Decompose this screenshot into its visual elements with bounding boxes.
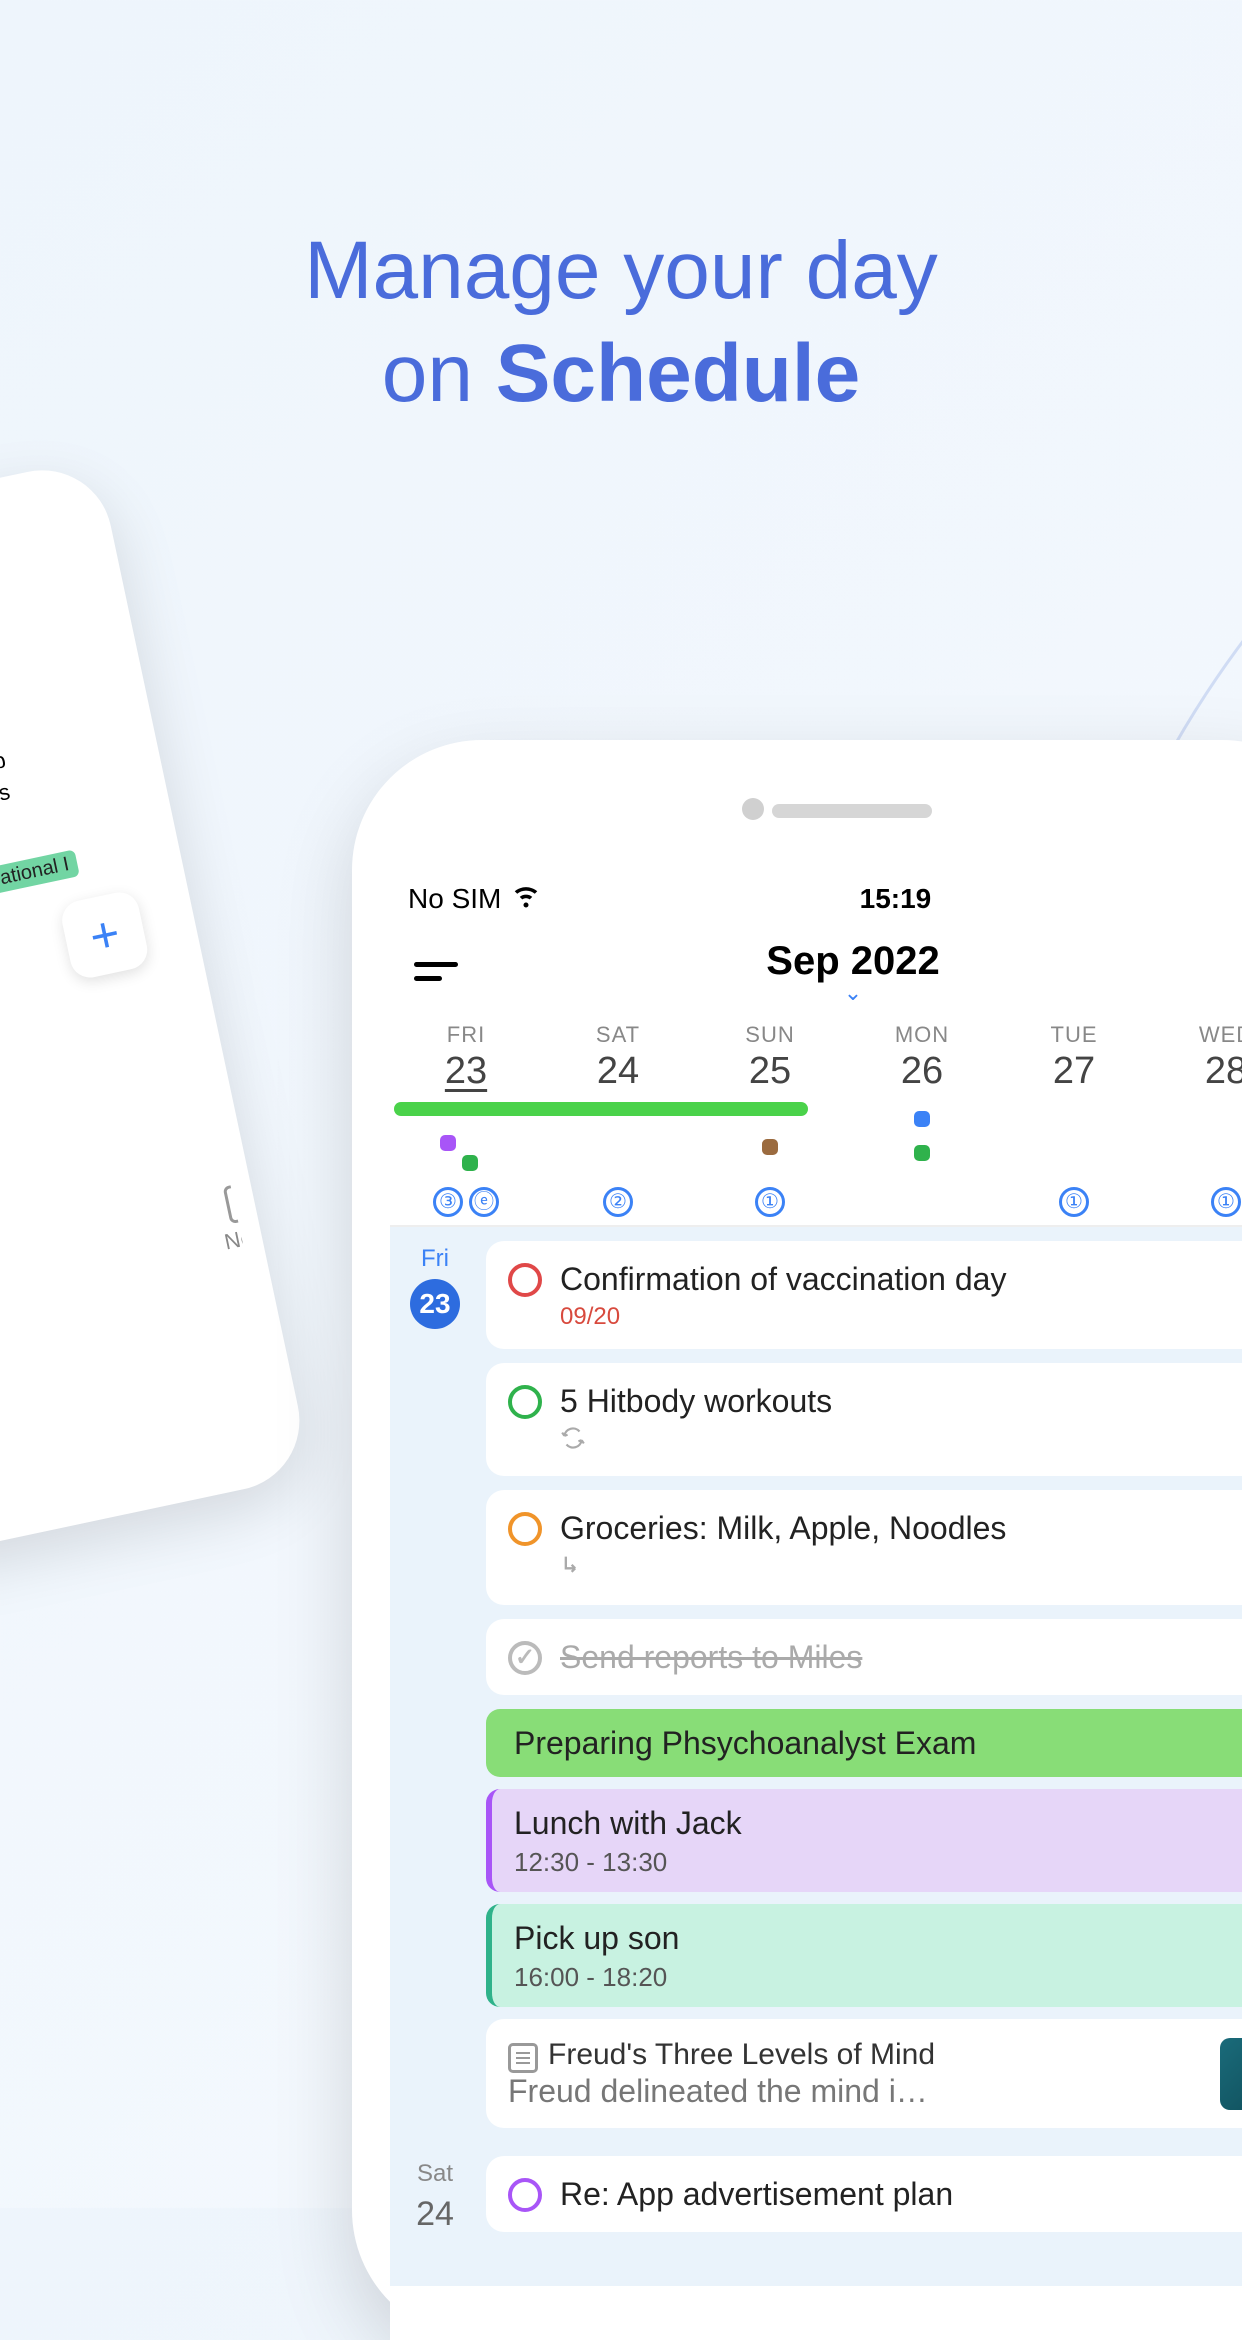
- headline-line2-prefix: on: [382, 328, 496, 419]
- day-header-fri: Fri 23: [390, 1227, 480, 1329]
- event-dot: [462, 1155, 478, 1171]
- day-number: 24: [390, 2194, 480, 2235]
- event-title: Pick up son: [514, 1918, 1242, 1958]
- task-title: Groceries: Milk, Apple, Noodles: [560, 1508, 1242, 1548]
- day-col-mon[interactable]: MON 26: [846, 1014, 998, 1217]
- day-number: 24: [542, 1050, 694, 1093]
- status-time: 15:19: [860, 883, 932, 915]
- day-col-sat[interactable]: SAT 24 ②: [542, 1014, 694, 1217]
- event-dot: [914, 1145, 930, 1161]
- event-dot: [914, 1111, 930, 1127]
- day-col-sun[interactable]: SUN 25 ①: [694, 1014, 846, 1217]
- menu-button[interactable]: [414, 958, 460, 988]
- event-bar: [542, 1102, 694, 1116]
- notes-label: Notes: [222, 1218, 283, 1254]
- day-number: 23: [390, 1050, 542, 1093]
- day-number: 27: [998, 1050, 1150, 1093]
- headline-line2-strong: Schedule: [496, 328, 861, 419]
- event-card-lunch[interactable]: Lunch with Jack 12:30 - 13:30: [486, 1789, 1242, 1892]
- task-count-badge: ①: [1211, 1187, 1241, 1217]
- week-bar[interactable]: FRI 23 ③ⓔ SAT 24 ② SUN 25: [390, 1014, 1242, 1227]
- task-card-vaccination[interactable]: Confirmation of vaccination day 09/20: [486, 1241, 1242, 1349]
- task-count-badge: ③: [433, 1187, 463, 1217]
- note-count-badge: ⓔ: [469, 1187, 499, 1217]
- event-title: Preparing Phsychoanalyst Exam: [514, 1723, 1242, 1763]
- task-title: Confirmation of vaccination day: [560, 1259, 1242, 1299]
- day-badge: 23: [410, 1279, 460, 1329]
- task-card-groceries[interactable]: Groceries: Milk, Apple, Noodles: [486, 1490, 1242, 1605]
- schedule-list[interactable]: Fri 23 Confirmation of vaccination day 0…: [390, 1227, 1242, 2286]
- headline-line1: Manage your day: [304, 225, 938, 316]
- phone-mockup-left: 24 sychoa Re: App Reques 1 o s National …: [0, 457, 312, 1582]
- task-title: 5 Hitbody workouts: [560, 1381, 1242, 1421]
- dow-label: MON: [846, 1022, 998, 1048]
- note-card-freud[interactable]: Freud's Three Levels of Mind Freud delin…: [486, 2019, 1242, 2128]
- event-card-exam[interactable]: Preparing Phsychoanalyst Exam: [486, 1709, 1242, 1777]
- note-thumbnail: [1220, 2038, 1242, 2110]
- task-card-workouts[interactable]: 5 Hitbody workouts: [486, 1363, 1242, 1476]
- day-col-fri[interactable]: FRI 23 ③ⓔ: [390, 1014, 542, 1217]
- event-bar: [394, 1102, 542, 1116]
- day-number: 26: [846, 1050, 998, 1093]
- event-time: 16:00 - 18:20: [514, 1962, 1242, 1993]
- note-body: Freud delineated the mind i…: [508, 2073, 1206, 2110]
- dow-label: SAT: [542, 1022, 694, 1048]
- checkbox-icon[interactable]: [508, 1512, 542, 1546]
- event-dot: [762, 1139, 778, 1155]
- status-bar: No SIM 15:19 3: [390, 870, 1242, 923]
- subtask-icon: [560, 1552, 1242, 1587]
- task-due-date: 09/20: [560, 1303, 1242, 1331]
- add-button[interactable]: +: [58, 889, 151, 982]
- dow-label: TUE: [998, 1022, 1150, 1048]
- checkbox-icon[interactable]: [508, 2178, 542, 2212]
- left-tag-national: National I: [0, 850, 80, 897]
- event-card-pickup[interactable]: Pick up son 16:00 - 18:20: [486, 1904, 1242, 2007]
- task-count-badge: ①: [755, 1187, 785, 1217]
- dow-label: SUN: [694, 1022, 846, 1048]
- day-short: Fri: [390, 1245, 480, 1273]
- phone-mockup-main: No SIM 15:19 3 Sep 2022 ⌄: [352, 740, 1242, 2340]
- day-number: 28: [1150, 1050, 1242, 1093]
- event-time: 12:30 - 13:30: [514, 1847, 1242, 1878]
- dow-label: WED: [1150, 1022, 1242, 1048]
- task-count-badge: ①: [1059, 1187, 1089, 1217]
- task-card-reports[interactable]: Send reports to Miles: [486, 1619, 1242, 1695]
- left-row-reques: Reques: [0, 779, 12, 819]
- wifi-icon: [511, 880, 541, 917]
- repeat-icon: [560, 1425, 1242, 1458]
- note-title: Freud's Three Levels of Mind: [548, 2038, 935, 2072]
- marketing-headline: Manage your day on Schedule: [0, 220, 1242, 425]
- phone-camera: [742, 798, 764, 820]
- month-title[interactable]: Sep 2022: [766, 939, 939, 984]
- dow-label: FRI: [390, 1022, 542, 1048]
- event-bar: [694, 1102, 808, 1116]
- event-dot: [440, 1135, 456, 1151]
- day-header-sat: Sat 24: [390, 2142, 480, 2235]
- checkbox-icon[interactable]: [508, 1263, 542, 1297]
- note-icon: [508, 2043, 538, 2073]
- notes-icon: [223, 1179, 268, 1224]
- day-col-wed[interactable]: WED 28 ①: [1150, 1014, 1242, 1217]
- day-number: 25: [694, 1050, 846, 1093]
- task-count-badge: ②: [603, 1187, 633, 1217]
- task-title: Send reports to Miles: [560, 1637, 1242, 1677]
- day-col-tue[interactable]: TUE 27 ①: [998, 1014, 1150, 1217]
- plus-icon: +: [84, 904, 125, 967]
- checkbox-checked-icon[interactable]: [508, 1641, 542, 1675]
- task-title: Re: App advertisement plan: [560, 2174, 1242, 2214]
- checkbox-icon[interactable]: [508, 1385, 542, 1419]
- tab-notes[interactable]: Notes: [213, 1177, 283, 1255]
- carrier-label: No SIM: [408, 883, 501, 915]
- task-card-adplan[interactable]: Re: App advertisement plan: [486, 2156, 1242, 2232]
- phone-speaker: [772, 804, 932, 818]
- day-short: Sat: [390, 2160, 480, 2188]
- event-title: Lunch with Jack: [514, 1803, 1242, 1843]
